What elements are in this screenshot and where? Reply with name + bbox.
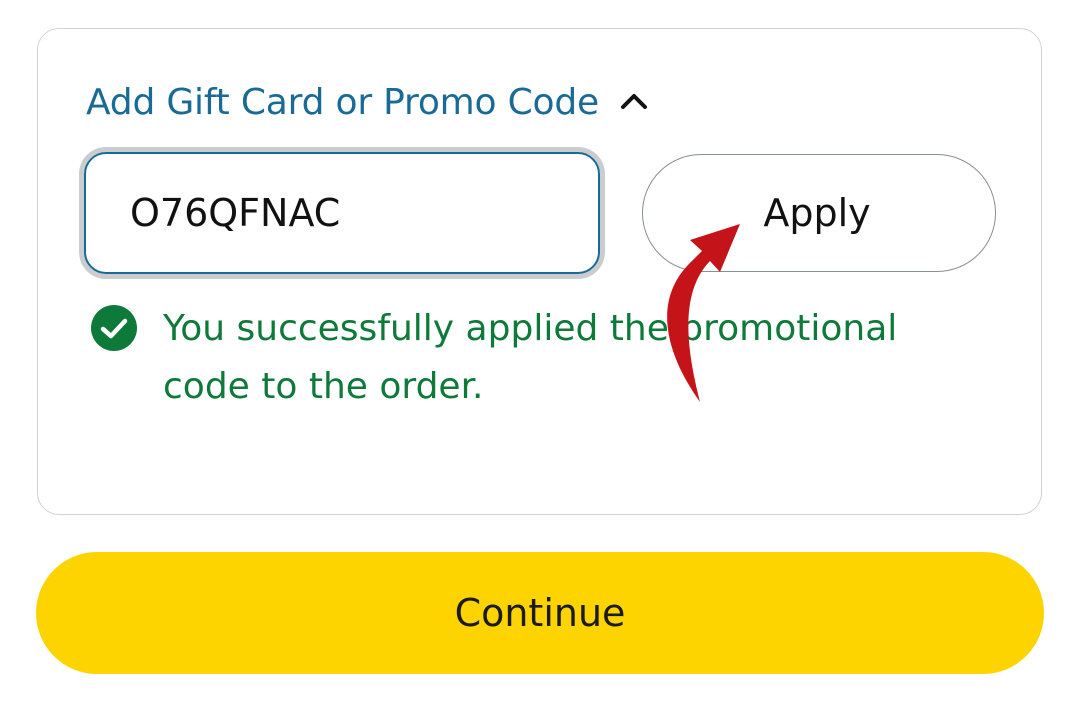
chevron-up-icon [620,94,647,109]
success-text: You successfully applied the promotional… [163,308,898,407]
promo-section-toggle[interactable]: Add Gift Card or Promo Code [86,78,651,126]
promo-toggle-label: Add Gift Card or Promo Code [86,81,599,123]
continue-button[interactable]: Continue [36,552,1044,674]
promo-code-input[interactable] [84,152,600,274]
checkout-promo-page: Add Gift Card or Promo Code Apply You su… [0,0,1080,702]
promo-code-field-wrapper [84,152,600,274]
check-circle-icon [91,305,137,351]
apply-button[interactable]: Apply [642,154,996,272]
